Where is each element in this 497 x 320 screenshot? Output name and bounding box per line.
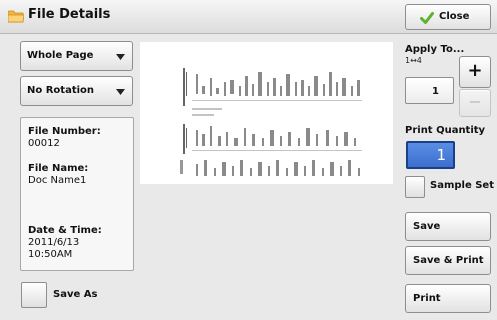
apply-to-range: 1↔4 xyxy=(405,56,422,65)
datetime-label: Date & Time: xyxy=(28,225,102,236)
document-thumbnail xyxy=(180,68,362,176)
save-and-print-button-label: Save & Print xyxy=(413,255,484,266)
save-as-checkbox[interactable] xyxy=(21,282,47,308)
decrement-button[interactable]: − xyxy=(459,89,491,117)
print-button[interactable]: Print xyxy=(405,284,491,313)
chevron-down-icon xyxy=(116,54,125,60)
print-quantity-label: Print Quantity xyxy=(405,125,486,136)
page-title: File Details xyxy=(28,7,111,22)
document-preview xyxy=(140,42,393,184)
save-and-print-button[interactable]: Save & Print xyxy=(405,246,491,275)
apply-to-field[interactable]: 1 xyxy=(405,77,454,104)
apply-to-label: Apply To... xyxy=(405,44,465,55)
date-value: 2011/6/13 xyxy=(28,237,80,248)
check-icon xyxy=(420,12,434,24)
save-as-label: Save As xyxy=(53,289,98,300)
save-button[interactable]: Save xyxy=(405,212,491,241)
rotation-dropdown[interactable]: No Rotation xyxy=(20,76,133,106)
file-info-panel: File Number: 00012 File Name: Doc Name1 … xyxy=(20,117,134,271)
print-button-label: Print xyxy=(413,293,441,304)
file-name-value: Doc Name1 xyxy=(28,175,87,186)
sample-set-label: Sample Set xyxy=(430,180,494,191)
chevron-down-icon xyxy=(116,89,125,95)
time-value: 10:50AM xyxy=(28,249,73,260)
print-quantity-field[interactable]: 1 xyxy=(406,141,455,169)
page-range-dropdown[interactable]: Whole Page xyxy=(20,41,133,71)
sample-set-checkbox[interactable] xyxy=(405,176,425,198)
increment-button[interactable]: + xyxy=(459,56,491,88)
rotation-value: No Rotation xyxy=(27,85,95,96)
file-number-value: 00012 xyxy=(28,138,60,149)
close-button-label: Close xyxy=(439,11,470,22)
page-range-value: Whole Page xyxy=(27,50,94,61)
folder-icon xyxy=(8,10,24,23)
file-name-label: File Name: xyxy=(28,163,89,174)
close-button[interactable]: Close xyxy=(405,4,491,30)
file-number-label: File Number: xyxy=(28,126,101,137)
save-button-label: Save xyxy=(413,221,441,232)
